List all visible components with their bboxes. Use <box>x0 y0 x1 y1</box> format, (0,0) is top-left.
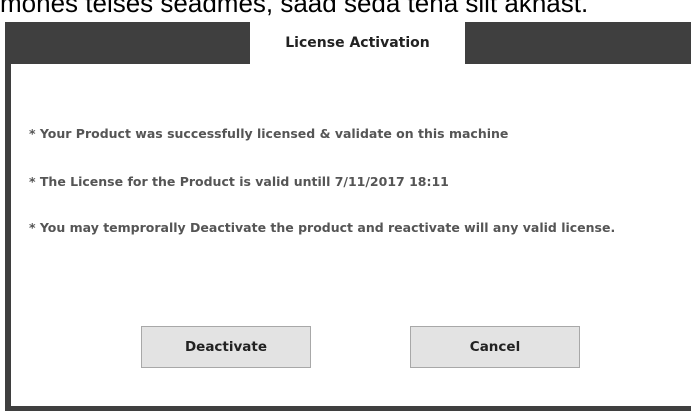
license-status-message: * Your Product was successfully licensed… <box>29 126 509 141</box>
cancel-button[interactable]: Cancel <box>410 326 580 368</box>
license-activation-dialog: License Activation * Your Product was su… <box>5 22 691 411</box>
dialog-title-bar: License Activation <box>5 22 691 64</box>
background-caption-text: mones teises seadmes, saad seda teha sii… <box>0 0 589 18</box>
dialog-content: * Your Product was successfully licensed… <box>11 64 691 406</box>
dialog-title: License Activation <box>250 22 465 64</box>
deactivate-button[interactable]: Deactivate <box>141 326 311 368</box>
deactivate-info-message: * You may temprorally Deactivate the pro… <box>29 220 616 235</box>
screenshot-page: mones teises seadmes, saad seda teha sii… <box>0 0 691 411</box>
license-validity-message: * The License for the Product is valid u… <box>29 174 449 189</box>
